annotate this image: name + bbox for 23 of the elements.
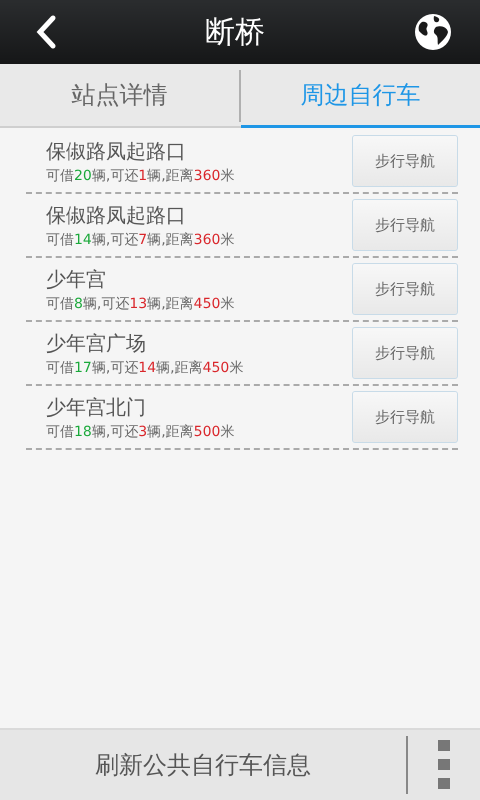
walk-navigation-button[interactable]: 步行导航 xyxy=(352,327,458,379)
station-name: 少年宫广场 xyxy=(46,330,147,356)
tab[interactable]: 站点详情 xyxy=(0,64,239,128)
availability-text: 可借8辆,可还13辆,距离450米 xyxy=(46,294,236,312)
walk-navigation-button[interactable]: 步行导航 xyxy=(352,391,458,443)
walk-navigation-button[interactable]: 步行导航 xyxy=(352,135,458,187)
walk-navigation-button[interactable]: 步行导航 xyxy=(352,199,458,251)
page-title: 断桥 xyxy=(205,14,265,52)
station-name: 少年宫北门 xyxy=(46,394,147,420)
globe-button[interactable] xyxy=(414,13,452,51)
more-icon xyxy=(438,740,450,790)
back-button[interactable] xyxy=(36,15,56,49)
globe-icon xyxy=(414,13,452,51)
station-name: 保俶路凤起路口 xyxy=(46,138,187,164)
tab[interactable]: 周边自行车 xyxy=(241,64,480,128)
station-name: 少年宫 xyxy=(46,266,107,292)
back-icon xyxy=(36,15,56,49)
availability-text: 可借20辆,可还1辆,距离360米 xyxy=(46,166,236,184)
station-name: 保俶路凤起路口 xyxy=(46,202,187,228)
availability-text: 可借17辆,可还14辆,距离450米 xyxy=(46,358,244,376)
walk-navigation-button[interactable]: 步行导航 xyxy=(352,263,458,315)
availability-text: 可借14辆,可还7辆,距离360米 xyxy=(46,230,236,248)
availability-text: 可借18辆,可还3辆,距离500米 xyxy=(46,422,236,440)
